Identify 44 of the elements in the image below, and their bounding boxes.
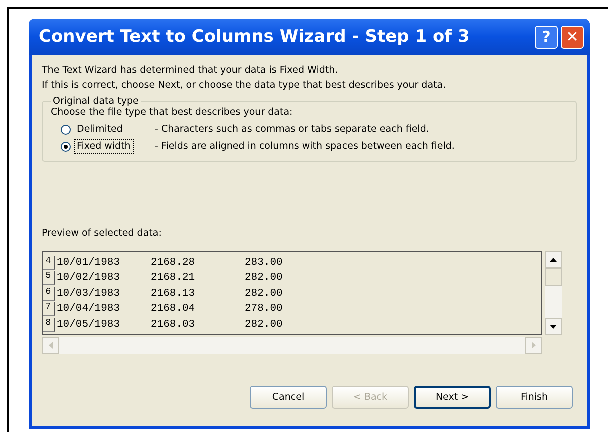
row-number: 4 <box>43 256 55 270</box>
scroll-up-button[interactable] <box>545 251 562 268</box>
row-number: 7 <box>43 302 55 316</box>
left-arrow-icon <box>48 342 52 349</box>
preview-cell-text: 2168.03 <box>150 318 196 331</box>
option-description: - Fields are aligned in columns with spaces between each field. <box>155 141 455 152</box>
wizard-button[interactable]: Cancel <box>250 386 327 409</box>
preview-cell-text: 10/02/1983 <box>56 272 122 284</box>
group-prompt: Choose the file type that best describes your data: <box>51 107 294 118</box>
option-description: - Characters such as commas or tabs separate each field. <box>155 124 430 135</box>
window-title: Convert Text to Columns Wizard - Step 1 of 3 <box>39 27 471 47</box>
close-button[interactable]: ✕ <box>561 26 584 48</box>
intro-text: If this is correct, choose Next, or choose the data type that best describes your data. <box>42 79 448 93</box>
preview-label: Preview of selected data: <box>42 228 163 239</box>
preview-cell-text: 283.00 <box>244 256 284 269</box>
preview-cell-text: 2168.04 <box>150 303 196 316</box>
scroll-down-button[interactable] <box>545 318 562 335</box>
up-arrow-icon <box>550 258 557 262</box>
radio-button[interactable] <box>61 124 71 134</box>
wizard-button[interactable]: Next > <box>414 386 491 409</box>
scroll-thumb[interactable] <box>545 268 562 286</box>
preview-cell-text: 10/05/1983 <box>56 318 122 331</box>
wizard-button[interactable]: Finish <box>496 386 573 409</box>
help-button[interactable]: ? <box>535 26 558 48</box>
preview-cell-text: 10/01/1983 <box>56 256 122 269</box>
group-legend: Original data type <box>51 96 141 107</box>
preview-cell-text: 278.00 <box>244 303 284 316</box>
row-number: 6 <box>43 286 55 301</box>
radio-button[interactable] <box>61 142 71 152</box>
preview-cell-text: 2168.21 <box>150 272 196 284</box>
down-arrow-icon <box>550 324 557 328</box>
preview-cell-text: 2168.13 <box>150 288 196 300</box>
preview-cell-text: 10/03/1983 <box>56 288 122 300</box>
preview-cell-text: 282.00 <box>244 288 284 300</box>
preview-cell-text: 10/04/1983 <box>56 303 122 316</box>
row-number: 5 <box>43 271 55 286</box>
preview-cell-text: 282.00 <box>244 272 284 284</box>
intro-text: The Text Wizard has determined that your data is Fixed Width. <box>42 64 340 78</box>
radio-label[interactable]: Fixed width <box>75 140 133 153</box>
preview-cell-text: 2168.28 <box>150 256 196 269</box>
radio-label[interactable]: Delimited <box>75 123 125 136</box>
preview-cell-text: 282.00 <box>244 318 284 331</box>
row-number: 8 <box>43 318 55 332</box>
right-arrow-icon <box>532 342 536 349</box>
